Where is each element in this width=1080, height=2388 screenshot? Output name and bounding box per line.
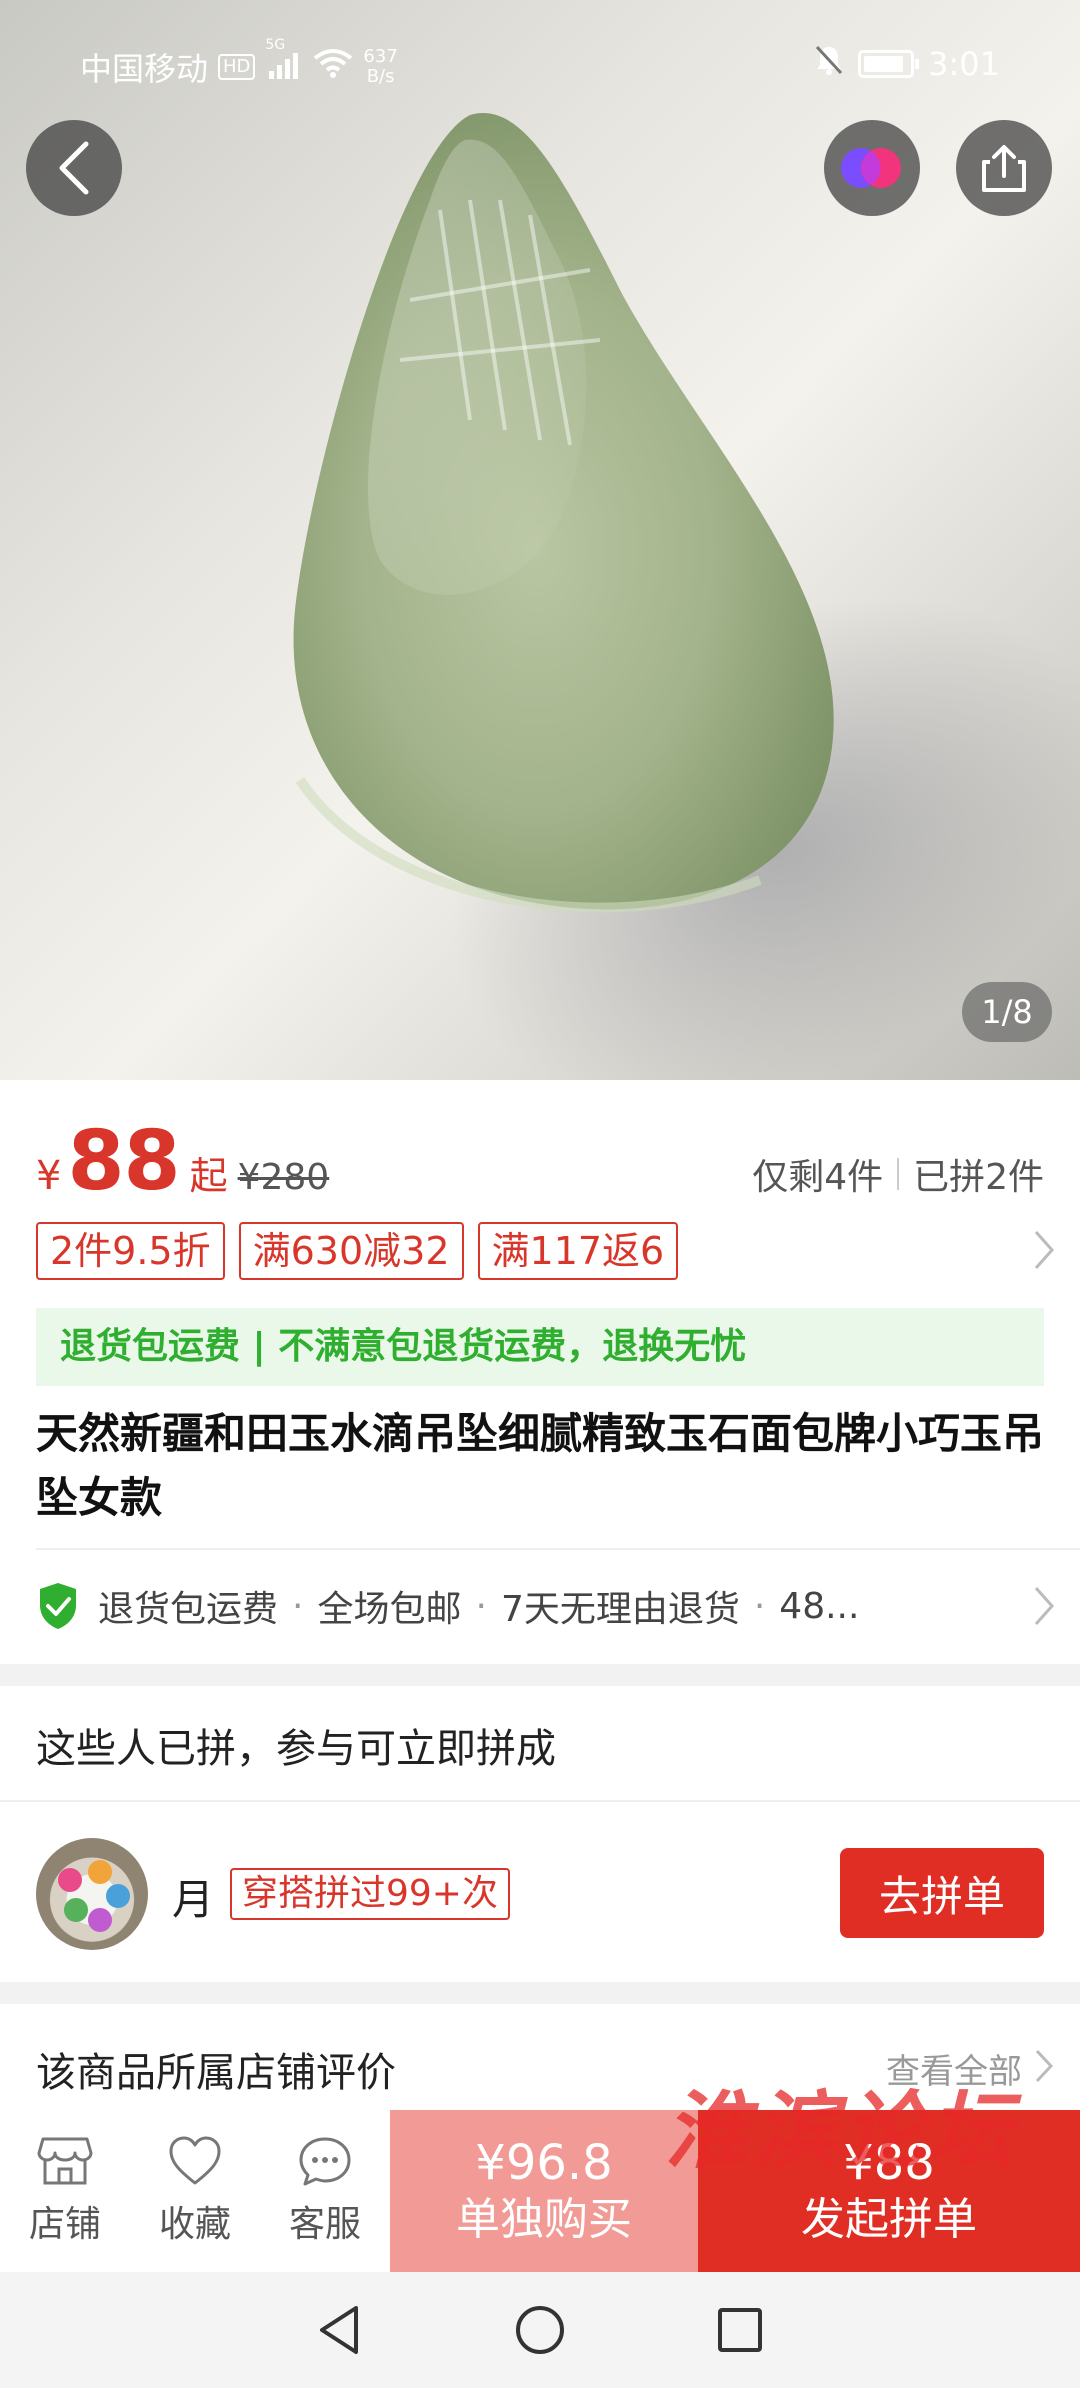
status-bar: 中国移动 HD 5G 637 B/s 3:01 bbox=[0, 0, 1080, 130]
hd-badge: HD bbox=[218, 54, 256, 80]
product-page: 中国移动 HD 5G 637 B/s 3:01 1/8 ¥ 88 起 ¥280 … bbox=[0, 0, 1080, 2388]
product-title: 天然新疆和田玉水滴吊坠细腻精致玉石面包牌小巧玉吊坠女款 bbox=[36, 1409, 1045, 1522]
service-item: 7天无理由退货 bbox=[500, 1589, 740, 1630]
store-icon bbox=[37, 2137, 93, 2185]
chevron-right-icon[interactable] bbox=[1032, 1584, 1056, 1628]
tab-favorite[interactable]: 收藏 bbox=[130, 2110, 260, 2272]
join-group-button[interactable]: 去拼单 bbox=[840, 1848, 1044, 1938]
review-title: 该商品所属店铺评价 bbox=[36, 2050, 396, 2096]
tab-customer-service[interactable]: 客服 bbox=[260, 2110, 390, 2272]
service-item: 全场包邮 bbox=[317, 1589, 462, 1630]
net-speed: 637 B/s bbox=[363, 46, 398, 87]
chat-icon bbox=[299, 2137, 351, 2186]
separator-dot: · bbox=[292, 1585, 304, 1627]
current-price: 88 bbox=[67, 1114, 180, 1209]
nav-home-icon[interactable] bbox=[514, 2304, 566, 2356]
group-title: 这些人已拼，参与可立即拼成 bbox=[36, 1726, 556, 1772]
divider bbox=[897, 1158, 900, 1190]
battery-icon bbox=[858, 50, 920, 78]
divider bbox=[36, 1548, 1080, 1550]
chevron-right-icon[interactable] bbox=[1034, 2048, 1054, 2084]
separator-dot: · bbox=[475, 1585, 487, 1627]
coupon-row[interactable]: 2件9.5折 满630减32 满117返6 bbox=[36, 1222, 679, 1280]
heart-icon bbox=[169, 2136, 221, 2185]
coupon-tag[interactable]: 2件9.5折 bbox=[36, 1222, 225, 1280]
shield-check-icon bbox=[40, 1583, 76, 1629]
group-buy-section: 这些人已拼，参与可立即拼成 月 穿搭拼过99+次 去拼单 bbox=[0, 1686, 1080, 1982]
forum-watermark: 淮滨论坛 bbox=[665, 2081, 1018, 2180]
back-button[interactable] bbox=[26, 120, 122, 216]
share-button[interactable] bbox=[956, 120, 1052, 216]
solo-label: 单独购买 bbox=[456, 2194, 632, 2245]
wifi-icon bbox=[313, 48, 353, 86]
image-counter: 1/8 bbox=[962, 982, 1052, 1042]
service-item: 退货包运费 bbox=[98, 1589, 279, 1630]
nav-recents-icon[interactable] bbox=[716, 2306, 764, 2354]
chevron-left-icon bbox=[59, 141, 89, 195]
nav-back-icon[interactable] bbox=[316, 2304, 364, 2356]
clock: 3:01 bbox=[928, 45, 1000, 83]
carrier-label: 中国移动 bbox=[80, 50, 209, 88]
chevron-right-icon[interactable] bbox=[1032, 1228, 1056, 1272]
solo-price: ¥96.8 bbox=[475, 2135, 613, 2191]
tab-label: 客服 bbox=[288, 2204, 361, 2245]
circle-logo-button[interactable] bbox=[824, 120, 920, 216]
joined-count: 已拼2件 bbox=[913, 1157, 1044, 1198]
tab-store[interactable]: 店铺 bbox=[0, 2110, 130, 2272]
original-price: ¥280 bbox=[237, 1157, 330, 1198]
price-row: ¥ 88 起 ¥280 bbox=[36, 1114, 329, 1209]
share-icon bbox=[982, 145, 1026, 192]
product-info: ¥ 88 起 ¥280 仅剩4件 已拼2件 2件9.5折 满630减32 满11… bbox=[0, 1080, 1080, 1664]
price-suffix: 起 bbox=[189, 1154, 228, 1198]
system-nav-bar bbox=[0, 2272, 1080, 2388]
currency-symbol: ¥ bbox=[36, 1153, 62, 1199]
service-item: 48... bbox=[779, 1585, 860, 1627]
overlap-circles-icon bbox=[841, 148, 901, 188]
divider bbox=[0, 1800, 1080, 1802]
guarantee-banner[interactable]: 退货包运费 | 不满意包退货运费，退换无忧 bbox=[36, 1308, 1044, 1386]
product-image[interactable]: 中国移动 HD 5G 637 B/s 3:01 1/8 bbox=[0, 0, 1080, 1080]
user-name: 月 bbox=[172, 1875, 215, 1924]
stock-info: 仅剩4件 已拼2件 bbox=[752, 1148, 1044, 1200]
coupon-tag[interactable]: 满117返6 bbox=[477, 1222, 679, 1280]
mute-bell-icon bbox=[814, 44, 844, 84]
buy-alone-button[interactable]: ¥96.8 单独购买 bbox=[390, 2110, 698, 2272]
service-row[interactable]: 退货包运费 · 全场包邮 · 7天无理由退货 · 48... bbox=[36, 1578, 1046, 1634]
separator-dot: · bbox=[753, 1585, 766, 1627]
group-label: 发起拼单 bbox=[801, 2194, 977, 2245]
coupon-tag[interactable]: 满630减32 bbox=[238, 1222, 464, 1280]
user-tag: 穿搭拼过99+次 bbox=[230, 1868, 510, 1920]
tab-label: 收藏 bbox=[158, 2204, 231, 2245]
signal-icon: 5G bbox=[265, 37, 303, 83]
avatar[interactable] bbox=[36, 1838, 148, 1950]
remaining-count: 仅剩4件 bbox=[752, 1157, 884, 1198]
tab-label: 店铺 bbox=[28, 2204, 101, 2245]
